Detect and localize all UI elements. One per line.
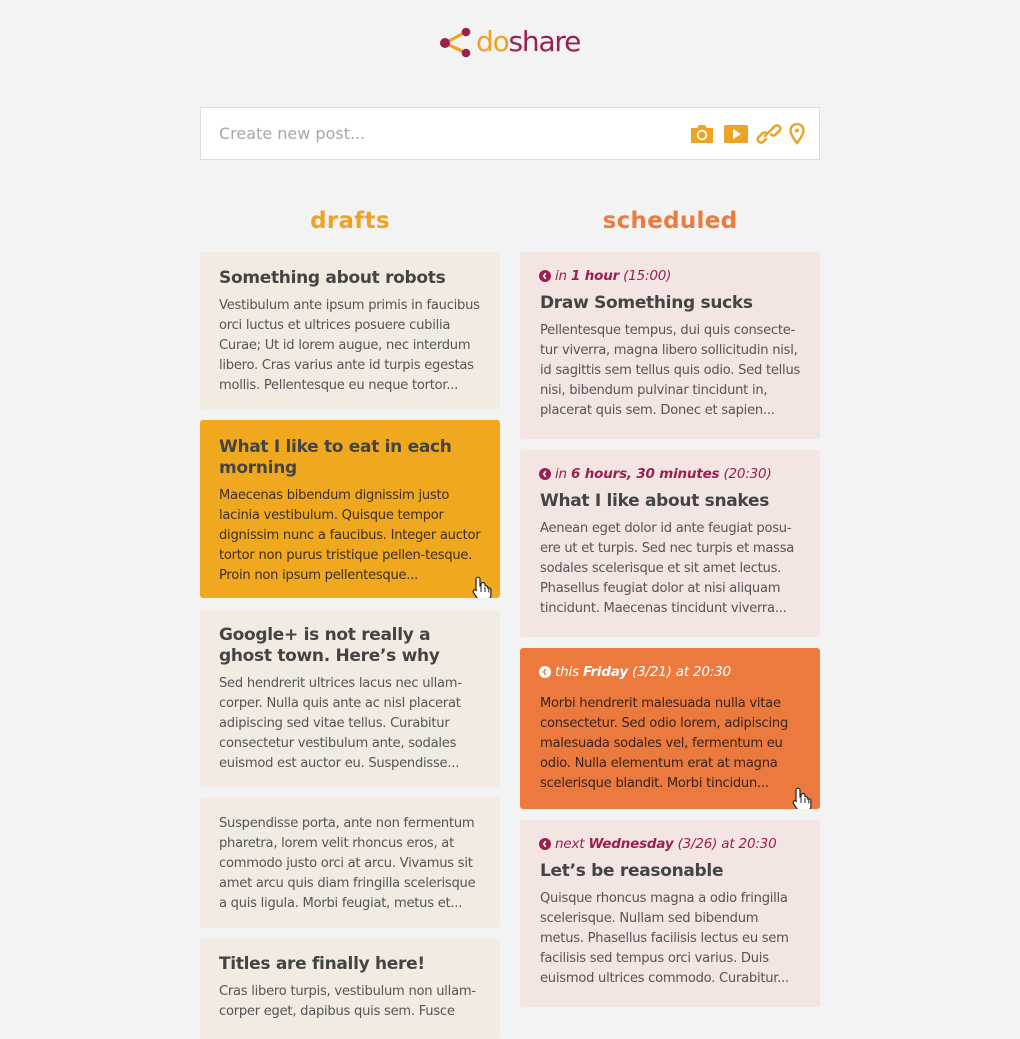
scheduled-title: What I like about snakes (540, 491, 770, 511)
draft-body: Cras libero turpis, vestibulum non ullam… (219, 984, 476, 1019)
scheduled-body: Quisque rhoncus magna a odio fringilla s… (540, 891, 789, 986)
hand-cursor-icon (472, 576, 492, 598)
add-photo-button[interactable] (688, 121, 716, 147)
draft-card[interactable]: Google+ is not really a ghost town. Here… (200, 610, 500, 787)
video-icon (724, 125, 748, 143)
scheduled-heading: scheduled (602, 208, 738, 234)
scheduled-body: Pellentesque tempus, dui quis consecte-t… (540, 323, 801, 418)
scheduled-title: Let’s be reasonable (540, 861, 724, 881)
draft-title: Something about robots (219, 268, 446, 288)
clock-icon (539, 468, 551, 480)
draft-card[interactable]: Suspendisse porta, ante non fermentum ph… (200, 798, 500, 928)
scheduled-body: Aenean eget dolor id ante feugiat posu-e… (540, 521, 795, 616)
draft-title: What I like to eat in each morning (219, 437, 452, 478)
draft-card[interactable]: What I like to eat in each morning Maece… (200, 420, 500, 598)
create-post-box (200, 107, 820, 160)
draft-body: Sed hendrerit ultrices lacus nec ullam-c… (219, 676, 462, 771)
schedule-prefix: next (555, 836, 585, 852)
logo-share: share (508, 25, 582, 58)
draft-card[interactable]: Something about robots Vestibulum ante i… (200, 252, 500, 409)
schedule-prefix: in (555, 268, 567, 284)
schedule-absolute: (3/21) at 20:30 (632, 664, 731, 680)
draft-title: Google+ is not really a ghost town. Here… (219, 625, 440, 666)
schedule-absolute: (15:00) (623, 268, 672, 284)
scheduled-card[interactable]: this Friday (3/21) at 20:30 Morbi hendre… (520, 648, 820, 809)
schedule-relative: Friday (582, 664, 628, 680)
draft-title: Titles are finally here! (219, 954, 425, 974)
clock-icon (539, 666, 551, 678)
logo-wordmark: doshare (476, 22, 582, 62)
clock-icon (539, 270, 551, 282)
draft-body: Maecenas bibendum dignissim justo lacini… (219, 488, 481, 583)
scheduled-title: Draw Something sucks (540, 293, 753, 313)
schedule-time: in 1 hour (15:00) (539, 267, 802, 285)
schedule-time: in 6 hours, 30 minutes (20:30) (539, 465, 802, 483)
schedule-absolute: (20:30) (723, 466, 772, 482)
logo-do: do (476, 25, 510, 58)
add-video-button[interactable] (722, 121, 750, 147)
schedule-absolute: (3/26) at 20:30 (677, 836, 777, 852)
scheduled-body: Morbi hendrerit malesuada nulla vitae co… (540, 696, 789, 791)
schedule-prefix: this (555, 664, 579, 680)
schedule-time: this Friday (3/21) at 20:30 (539, 663, 802, 681)
draft-card[interactable]: Titles are finally here! Cras libero tur… (200, 939, 500, 1039)
add-link-button[interactable] (755, 121, 783, 147)
schedule-relative: 1 hour (571, 268, 620, 284)
link-icon (756, 124, 782, 144)
drafts-heading: drafts (310, 208, 390, 234)
location-pin-icon (789, 123, 805, 145)
add-location-button[interactable] (783, 121, 811, 147)
scheduled-card[interactable]: in 6 hours, 30 minutes (20:30) What I li… (520, 450, 820, 637)
schedule-prefix: in (555, 466, 567, 482)
doshare-logo[interactable]: doshare (438, 22, 582, 62)
scheduled-card[interactable]: next Wednesday (3/26) at 20:30 Let’s be … (520, 820, 820, 1007)
draft-body: Suspendisse porta, ante non fermentum ph… (219, 816, 476, 911)
schedule-relative: 6 hours, 30 minutes (571, 466, 720, 482)
schedule-relative: Wednesday (588, 836, 674, 852)
draft-body: Vestibulum ante ipsum primis in faucibus… (219, 298, 480, 393)
clock-icon (539, 838, 551, 850)
scheduled-card[interactable]: in 1 hour (15:00) Draw Something sucks P… (520, 252, 820, 439)
camera-icon (691, 125, 713, 143)
hand-cursor-icon (792, 787, 812, 809)
schedule-time: next Wednesday (3/26) at 20:30 (539, 835, 802, 853)
share-icon (440, 27, 471, 58)
create-post-input[interactable] (201, 108, 679, 159)
